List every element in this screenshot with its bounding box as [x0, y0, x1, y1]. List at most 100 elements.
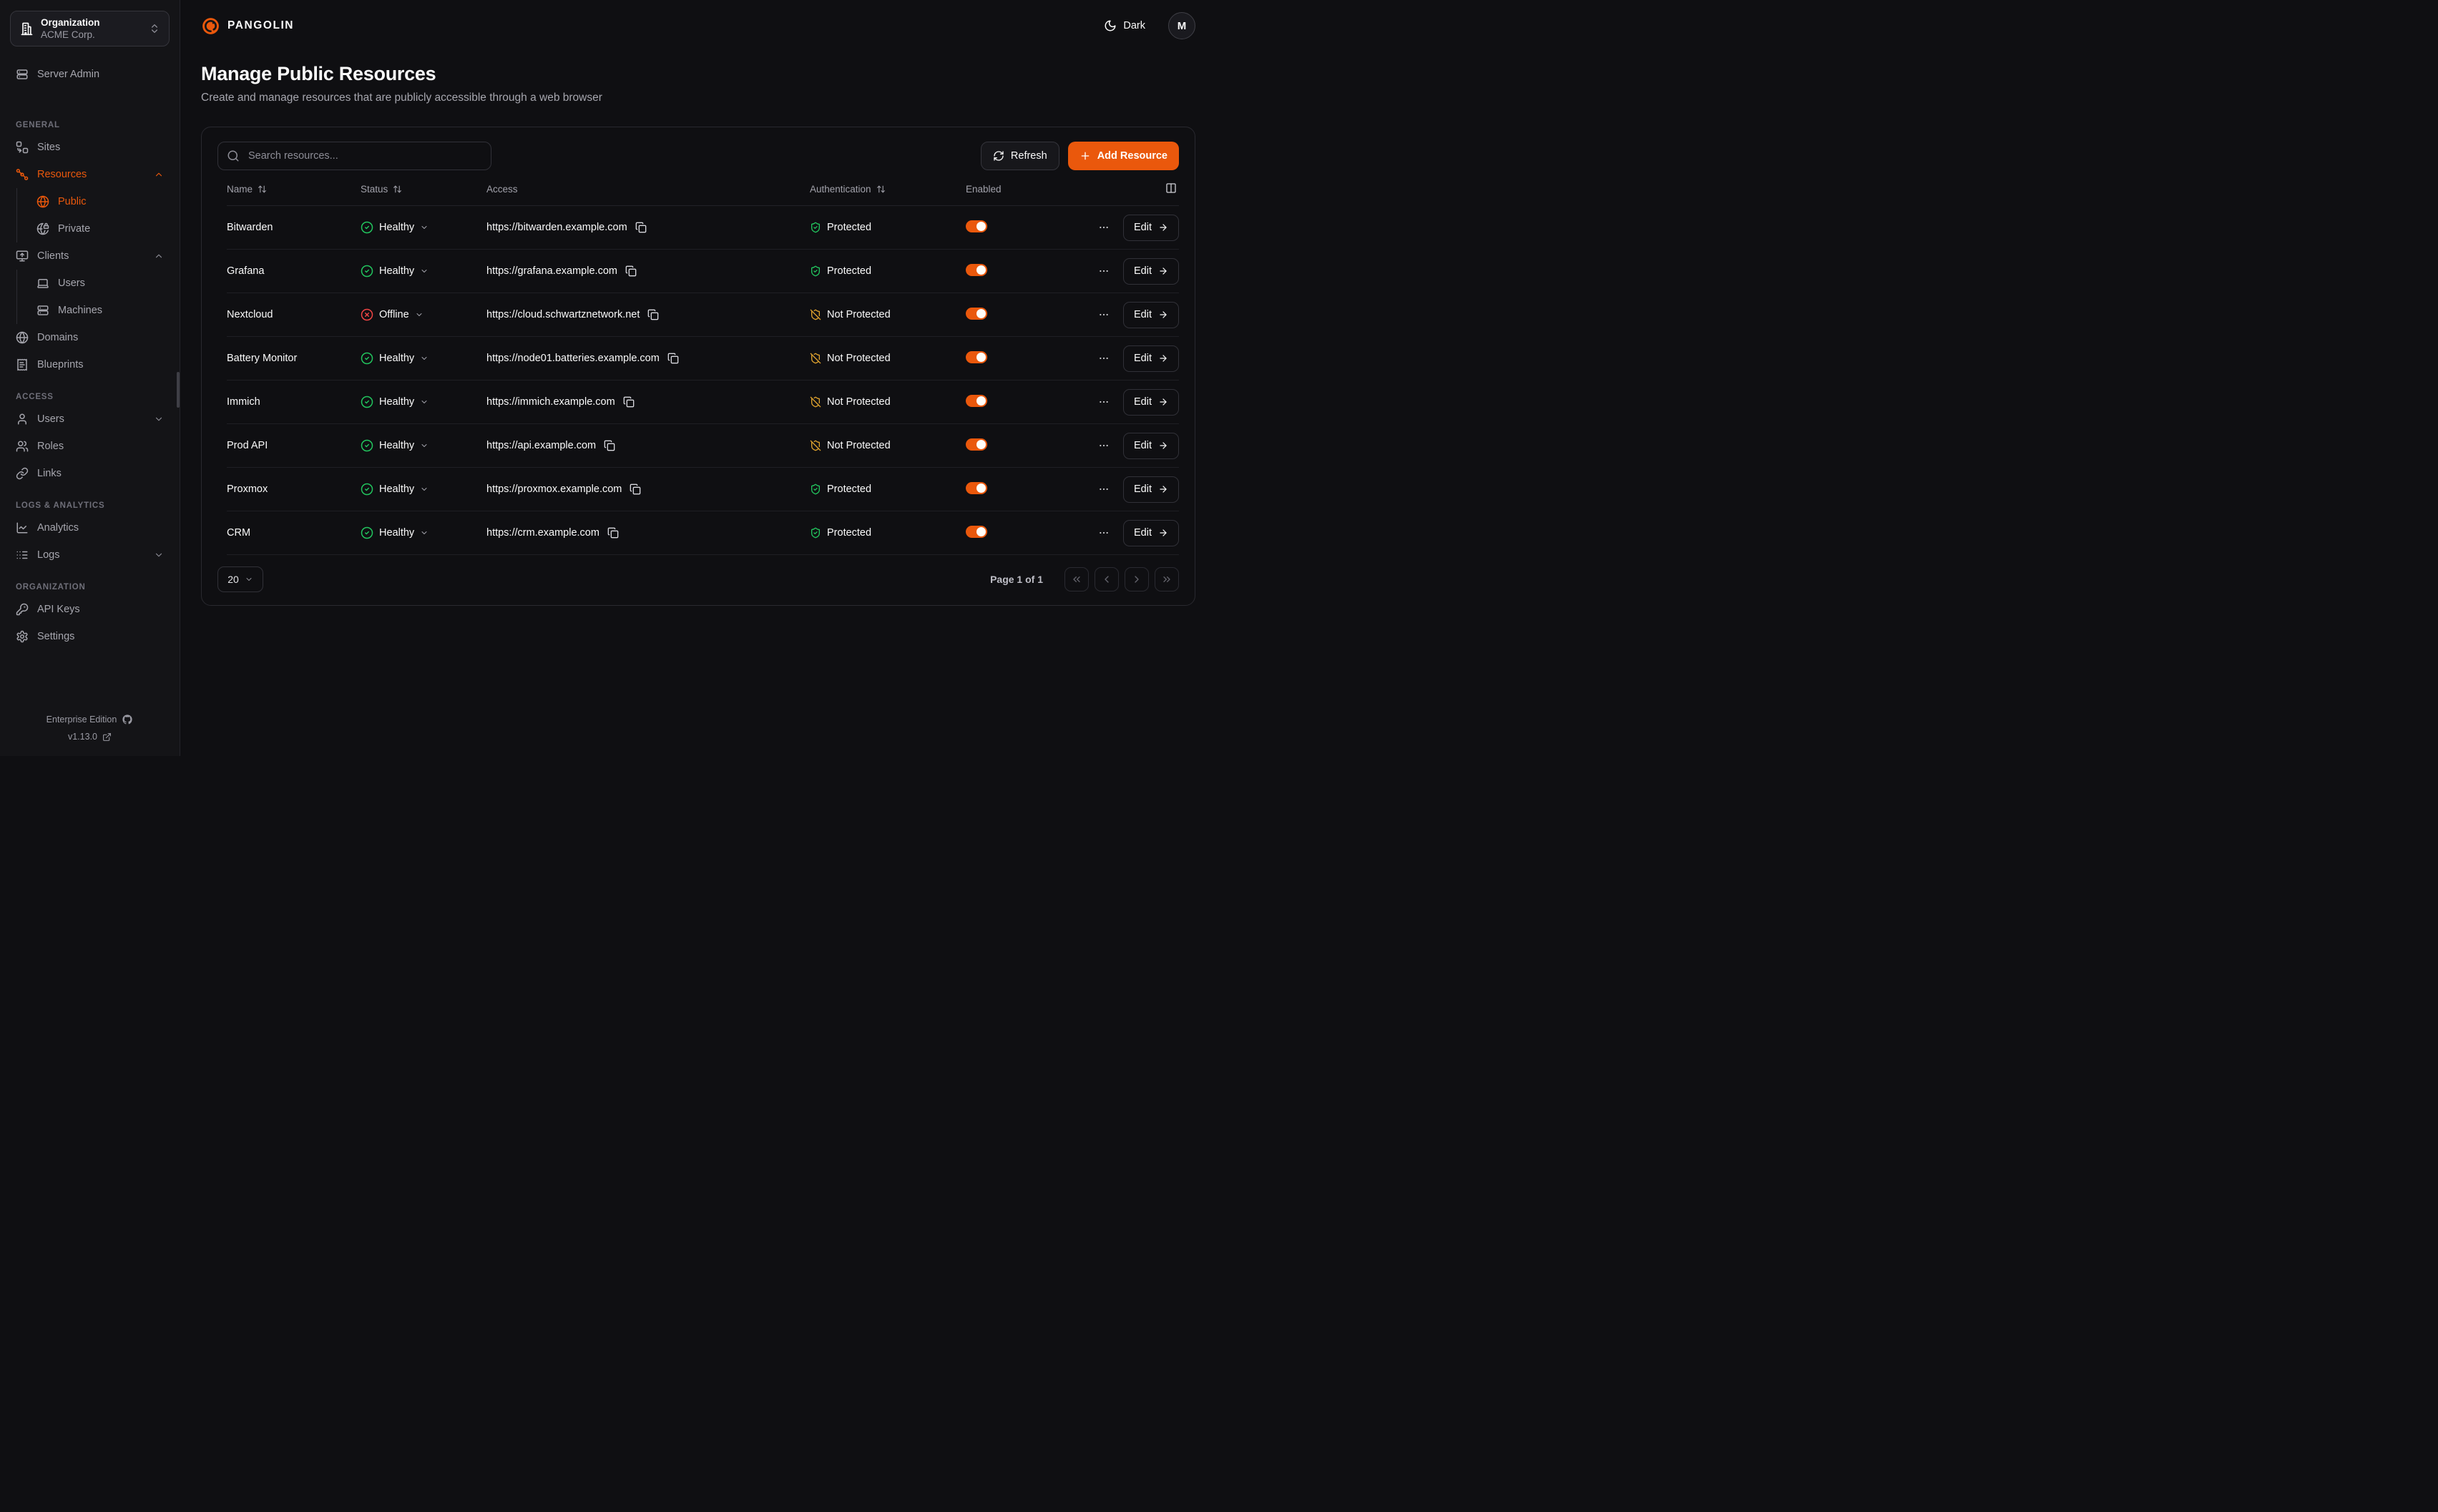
row-menu-button[interactable]	[1098, 265, 1110, 277]
enabled-toggle[interactable]	[966, 264, 987, 276]
copy-url-button[interactable]	[604, 440, 615, 451]
edit-button[interactable]: Edit	[1123, 258, 1179, 285]
page-info: Page 1 of 1	[990, 574, 1043, 585]
table-row: Battery Monitor Healthy https://node01.b…	[227, 337, 1179, 381]
sidebar-item-roles[interactable]: Roles	[10, 433, 170, 460]
last-page-button[interactable]	[1155, 567, 1179, 591]
column-header-status[interactable]: Status	[361, 184, 486, 195]
resource-url: https://grafana.example.com	[486, 265, 617, 277]
column-header-authentication[interactable]: Authentication	[810, 184, 966, 195]
row-menu-button[interactable]	[1098, 222, 1110, 233]
arrow-right-icon	[1158, 441, 1168, 451]
sidebar-item-client-users[interactable]: Users	[17, 270, 170, 297]
search-input[interactable]	[247, 149, 482, 162]
sidebar-scrollbar[interactable]	[177, 372, 180, 408]
row-menu-button[interactable]	[1098, 483, 1110, 495]
table-row: Nextcloud Offline https://cloud.schwartz…	[227, 293, 1179, 337]
enabled-toggle[interactable]	[966, 308, 987, 320]
edit-button[interactable]: Edit	[1123, 389, 1179, 416]
page-size-select[interactable]: 20	[217, 566, 263, 592]
copy-url-button[interactable]	[630, 483, 641, 495]
resource-name: Immich	[227, 396, 361, 408]
sidebar-item-resources[interactable]: Resources	[10, 161, 170, 188]
copy-url-button[interactable]	[635, 222, 647, 233]
enabled-toggle[interactable]	[966, 395, 987, 407]
copy-url-button[interactable]	[647, 309, 659, 320]
ellipsis-icon	[1098, 483, 1110, 495]
sidebar-item-domains[interactable]: Domains	[10, 324, 170, 351]
status-dropdown[interactable]: Offline	[361, 308, 486, 321]
sidebar-item-users[interactable]: Users	[10, 406, 170, 433]
edition-link[interactable]: Enterprise Edition	[46, 714, 134, 725]
status-dropdown[interactable]: Healthy	[361, 439, 486, 452]
sidebar: Organization ACME Corp. Server Admin GEN…	[0, 0, 180, 756]
laptop-icon	[36, 277, 49, 290]
status-dropdown[interactable]: Healthy	[361, 265, 486, 278]
enabled-toggle[interactable]	[966, 526, 987, 538]
copy-url-button[interactable]	[623, 396, 635, 408]
chevrons-right-icon	[1161, 574, 1173, 585]
edit-button[interactable]: Edit	[1123, 302, 1179, 328]
edit-button[interactable]: Edit	[1123, 433, 1179, 459]
enabled-toggle[interactable]	[966, 438, 987, 451]
chevron-up-icon	[154, 170, 164, 180]
row-menu-button[interactable]	[1098, 527, 1110, 539]
sidebar-item-sites[interactable]: Sites	[10, 134, 170, 161]
columns-toggle-button[interactable]	[1165, 182, 1177, 196]
version-link[interactable]: v1.13.0	[68, 732, 112, 742]
status-dropdown[interactable]: Healthy	[361, 396, 486, 408]
edit-button[interactable]: Edit	[1123, 215, 1179, 241]
next-page-button[interactable]	[1125, 567, 1149, 591]
edit-button[interactable]: Edit	[1123, 476, 1179, 503]
ellipsis-icon	[1098, 527, 1110, 539]
copy-url-button[interactable]	[625, 265, 637, 277]
sidebar-item-blueprints[interactable]: Blueprints	[10, 351, 170, 378]
org-selector[interactable]: Organization ACME Corp.	[10, 11, 170, 46]
row-menu-button[interactable]	[1098, 309, 1110, 320]
enabled-toggle[interactable]	[966, 351, 987, 363]
chevron-down-icon	[154, 414, 164, 424]
building-icon	[19, 21, 34, 36]
sidebar-item-public[interactable]: Public	[17, 188, 170, 215]
sidebar-item-machines[interactable]: Machines	[17, 297, 170, 324]
sidebar-item-server-admin[interactable]: Server Admin	[10, 61, 170, 88]
sidebar-item-clients[interactable]: Clients	[10, 242, 170, 270]
column-label: Name	[227, 184, 253, 195]
theme-toggle[interactable]: Dark	[1100, 19, 1150, 33]
enabled-toggle[interactable]	[966, 482, 987, 494]
sidebar-item-api-keys[interactable]: API Keys	[10, 596, 170, 623]
edit-button[interactable]: Edit	[1123, 345, 1179, 372]
status-label: Healthy	[379, 265, 414, 277]
sidebar-item-analytics[interactable]: Analytics	[10, 514, 170, 541]
column-label: Access	[486, 184, 518, 195]
status-dropdown[interactable]: Healthy	[361, 221, 486, 234]
row-menu-button[interactable]	[1098, 396, 1110, 408]
page-size-value: 20	[227, 574, 239, 585]
sidebar-item-links[interactable]: Links	[10, 460, 170, 487]
copy-url-button[interactable]	[607, 527, 619, 539]
add-resource-button[interactable]: Add Resource	[1068, 142, 1179, 170]
status-label: Healthy	[379, 440, 414, 451]
refresh-button[interactable]: Refresh	[981, 142, 1059, 170]
sidebar-item-private[interactable]: Private	[17, 215, 170, 242]
row-menu-button[interactable]	[1098, 353, 1110, 364]
auth-label: Not Protected	[827, 396, 891, 408]
status-dropdown[interactable]: Healthy	[361, 352, 486, 365]
chevron-down-icon	[245, 575, 253, 584]
sidebar-item-logs[interactable]: Logs	[10, 541, 170, 569]
enabled-toggle[interactable]	[966, 220, 987, 232]
copy-url-button[interactable]	[667, 353, 679, 364]
logs-icon	[16, 549, 29, 561]
first-page-button[interactable]	[1064, 567, 1089, 591]
refresh-icon	[993, 150, 1004, 162]
edit-button[interactable]: Edit	[1123, 520, 1179, 546]
status-dropdown[interactable]: Healthy	[361, 526, 486, 539]
status-dropdown[interactable]: Healthy	[361, 483, 486, 496]
avatar[interactable]: M	[1168, 12, 1195, 39]
link-icon	[16, 467, 29, 480]
row-menu-button[interactable]	[1098, 440, 1110, 451]
sidebar-item-settings[interactable]: Settings	[10, 623, 170, 650]
previous-page-button[interactable]	[1095, 567, 1119, 591]
column-header-name[interactable]: Name	[227, 184, 361, 195]
topbar-right: Dark M	[1100, 12, 1195, 39]
